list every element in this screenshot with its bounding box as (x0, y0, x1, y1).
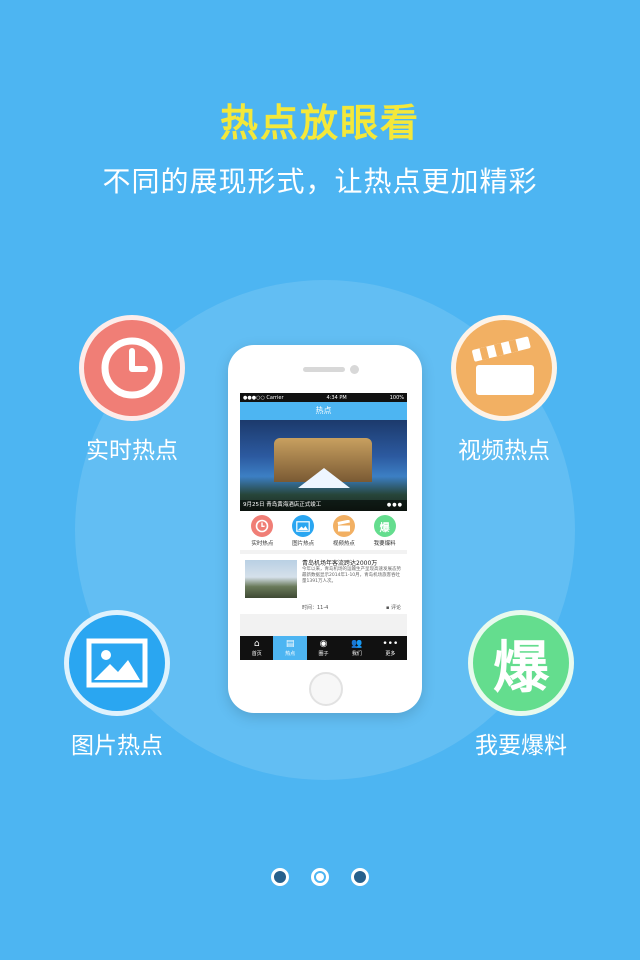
news-list-item[interactable]: 青岛机场年客流跨达2000万 今年以来，青岛机场的运输生产呈现高速发展态势最新数… (240, 554, 407, 614)
circle-icon: ◉ (319, 639, 328, 649)
status-time: 4:34 PM (326, 394, 347, 401)
tab-label: 首页 (251, 651, 262, 657)
status-carrier: ●●●○○ Carrier (243, 394, 284, 401)
tab-more[interactable]: ••• 更多 (374, 636, 407, 660)
bao-icon: 爆 (468, 610, 574, 716)
feature-picture-label: 图片热点 (71, 733, 163, 759)
feature-scoop[interactable]: 爆 我要爆料 (431, 610, 611, 760)
news-thumbnail (245, 560, 297, 598)
tab-label: 更多 (385, 651, 396, 657)
screen-tab-bar: ⌂ 首页 ▤ 热点 ◉ 圈子 👥 我们 ••• 更多 (240, 636, 407, 660)
page-subtitle: 不同的展现形式，让热点更加精彩 (102, 165, 538, 198)
quick-image-icon (292, 515, 315, 537)
phone-home-button (309, 672, 343, 706)
tab-home[interactable]: ⌂ 首页 (240, 636, 273, 660)
quick-item-label: 视频热点 (332, 541, 355, 547)
phone-camera (350, 365, 359, 374)
news-comment[interactable]: ▪ 评论 (386, 604, 401, 611)
tab-label: 热点 (285, 651, 296, 657)
feature-realtime[interactable]: 实时热点 (42, 315, 222, 465)
clapperboard-icon (451, 315, 557, 421)
banner-dots: ●●● (386, 502, 403, 508)
news-time: 时间：11-4 (302, 605, 329, 611)
tab-us[interactable]: 👥 我们 (340, 636, 373, 660)
feature-picture[interactable]: 图片热点 (27, 610, 207, 760)
home-icon: ⌂ (253, 639, 260, 649)
clock-icon (79, 315, 185, 421)
tab-circle[interactable]: ◉ 圈子 (307, 636, 340, 660)
phone-mockup: ●●●○○ Carrier 4:34 PM 100% 热点 9月25日 青岛黄海… (228, 345, 422, 713)
quick-clock-icon (251, 515, 274, 537)
page-dot-1[interactable] (271, 868, 289, 886)
page-title: 热点放眼看 (219, 101, 420, 145)
quick-bao-icon: 爆 (373, 515, 396, 537)
comment-icon: ▪ (386, 605, 390, 611)
quick-item-video[interactable]: 视频热点 (326, 515, 362, 547)
screen-banner[interactable]: 9月25日 青岛黄海酒店正式竣工 ●●● (240, 420, 407, 511)
feature-scoop-label: 我要爆料 (475, 733, 567, 759)
status-battery: 100% (389, 394, 404, 401)
tab-hot[interactable]: ▤ 热点 (273, 636, 307, 660)
news-icon: ▤ (285, 639, 295, 649)
phone-screen: ●●●○○ Carrier 4:34 PM 100% 热点 9月25日 青岛黄海… (240, 393, 407, 660)
quick-item-realtime[interactable]: 实时热点 (244, 515, 280, 547)
screen-nav-title: 热点 (240, 402, 407, 420)
feature-video-label: 视频热点 (458, 438, 550, 464)
banner-tent (298, 468, 350, 488)
news-title: 青岛机场年客流跨达2000万 (302, 560, 378, 567)
quick-item-picture[interactable]: 图片热点 (285, 515, 321, 547)
feature-realtime-label: 实时热点 (86, 438, 178, 464)
quick-item-label: 图片热点 (292, 541, 315, 547)
page-dot-2-active[interactable] (311, 868, 329, 886)
phone-speaker (303, 367, 345, 372)
page-indicator (0, 868, 640, 886)
banner-caption: 9月25日 青岛黄海酒店正式竣工 (240, 500, 407, 511)
people-icon: 👥 (351, 639, 363, 649)
more-icon: ••• (382, 639, 399, 649)
quick-item-scoop[interactable]: 爆 我要爆料 (367, 515, 403, 547)
news-body: 今年以来，青岛机场的运输生产呈现高速发展态势最新数据显示2014年1-10月，青… (302, 567, 401, 585)
tab-label: 我们 (351, 651, 362, 657)
tab-label: 圈子 (318, 651, 329, 657)
quick-item-label: 实时热点 (251, 541, 274, 547)
quick-clapperboard-icon (332, 515, 355, 537)
news-comment-label: 评论 (390, 605, 401, 611)
bao-icon-text: 爆 (493, 634, 549, 701)
feature-video[interactable]: 视频热点 (414, 315, 594, 465)
page-dot-3[interactable] (351, 868, 369, 886)
quick-item-label: 我要爆料 (373, 541, 396, 547)
image-icon (64, 610, 170, 716)
status-bar: ●●●○○ Carrier 4:34 PM 100% (240, 393, 407, 402)
screen-quick-menu: 实时热点 图片热点 视频热点 爆 我要爆料 (240, 511, 407, 550)
